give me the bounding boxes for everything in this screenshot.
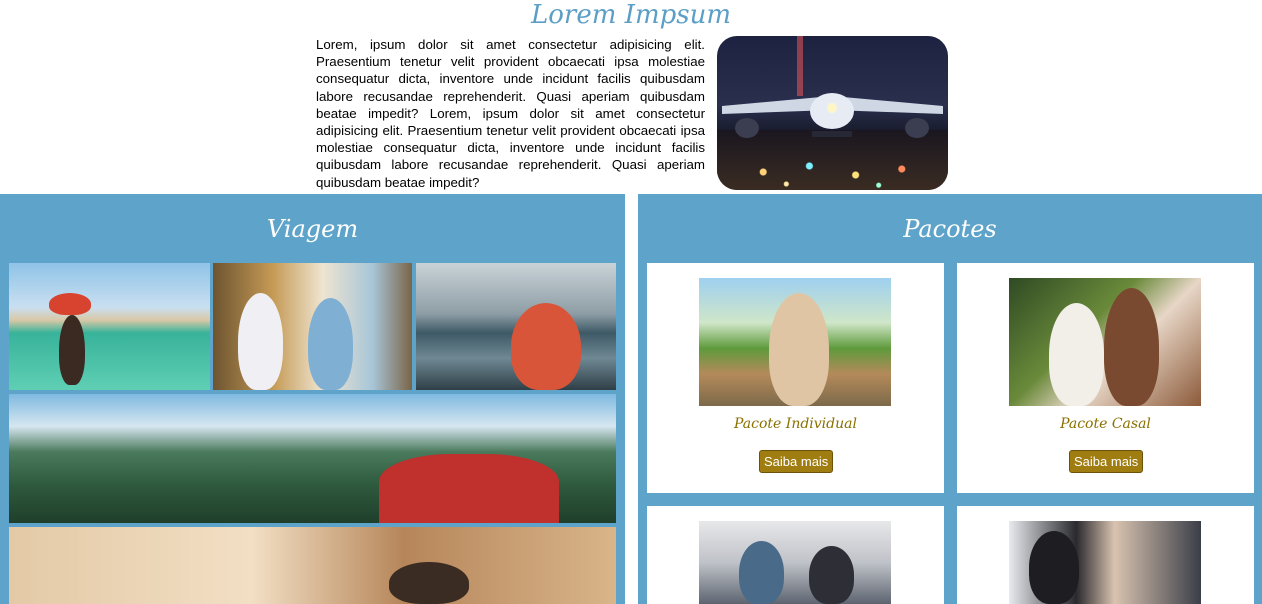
package-label: Pacote Individual: [734, 416, 857, 432]
person-figure: [238, 293, 283, 390]
saiba-mais-button[interactable]: Saiba mais: [759, 450, 834, 473]
package-label: Pacote Casal: [1060, 416, 1151, 432]
mountain-photo: [9, 394, 616, 523]
hat-figure: [389, 562, 469, 604]
poncho-figure: [379, 454, 559, 523]
package-card: Pacote Casal Saiba mais: [957, 263, 1254, 493]
saiba-mais-button[interactable]: Saiba mais: [1069, 450, 1144, 473]
package-card: [957, 506, 1254, 604]
person-figure: [809, 546, 854, 604]
person-figure: [1029, 531, 1079, 604]
traveler-figure: [59, 315, 85, 385]
package-card: Pacote Individual Saiba mais: [647, 263, 944, 493]
business-package-photo: [1009, 521, 1201, 604]
couple-package-photo: [1009, 278, 1201, 406]
red-hat: [49, 293, 91, 315]
person-figure: [1049, 303, 1104, 406]
intro-paragraph: Lorem, ipsum dolor sit amet consectetur …: [316, 37, 705, 190]
individual-package-photo: [699, 278, 891, 406]
person-figure: [308, 298, 353, 390]
traveler-figure: [769, 293, 829, 406]
person-figure: [1104, 288, 1159, 406]
pacotes-section: Pacotes Pacote Individual Saiba mais Pac…: [638, 194, 1262, 604]
paris-photo: [9, 527, 616, 604]
viagem-title: Viagem: [266, 215, 359, 243]
pacotes-title: Pacotes: [903, 215, 997, 243]
package-card: [647, 506, 944, 604]
viagem-section: Viagem: [0, 194, 625, 604]
camera-couple-photo: [213, 263, 412, 390]
page-title: Lorem Impsum: [531, 0, 731, 30]
venice-photo: [9, 263, 210, 390]
person-figure: [739, 541, 784, 604]
airplane-shape: [722, 36, 943, 138]
lake-photo: [416, 263, 616, 390]
family-package-photo: [699, 521, 891, 604]
airplane-photo: [717, 36, 948, 190]
backpack-figure: [511, 303, 581, 390]
